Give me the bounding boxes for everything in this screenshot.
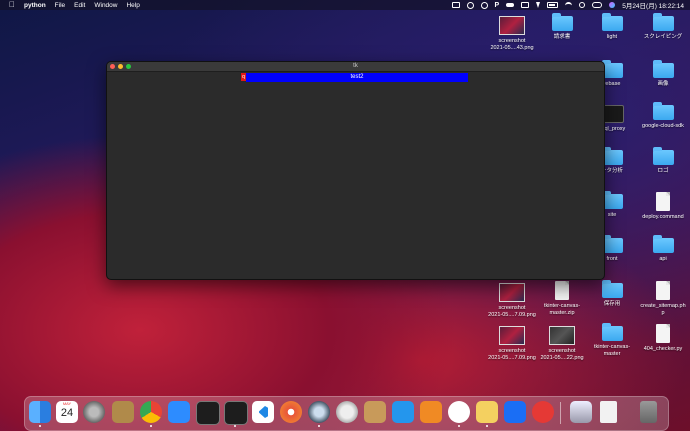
desktop-item-404-checker[interactable]: 404_checker.py xyxy=(638,324,688,353)
desktop-item-saved[interactable]: 保存用 xyxy=(587,280,637,308)
folder-icon xyxy=(652,60,674,78)
zoom-app-icon[interactable] xyxy=(168,401,190,423)
spotlight-icon[interactable] xyxy=(579,2,586,8)
menu-window[interactable]: Window xyxy=(94,2,117,9)
image-thumbnail-icon xyxy=(549,326,575,345)
desktop-item-images[interactable]: 画像 xyxy=(638,60,688,88)
folder-icon xyxy=(652,235,674,253)
screen-icon[interactable] xyxy=(521,2,530,8)
desktop-item-screenshot-1[interactable]: screenshot 2021-05....43.png xyxy=(487,16,537,51)
desktop-item-scraping[interactable]: スクレイピング xyxy=(638,13,688,41)
desktop-item-screenshot-4[interactable]: screenshot 2021-05....22.png xyxy=(537,326,587,361)
preview-image-icon[interactable] xyxy=(570,401,592,423)
desktop-item-invoice[interactable]: 請求書 xyxy=(537,13,587,41)
menu-file[interactable]: File xyxy=(55,2,65,9)
desktop-item-tkinter-folder[interactable]: tkinter-canvas- master xyxy=(587,323,637,357)
apple-menu-icon[interactable]:  xyxy=(9,0,15,10)
clock-app-icon[interactable] xyxy=(532,401,554,423)
desktop-item-create-sitemap[interactable]: create_sitemap.ph p xyxy=(638,281,688,316)
document-icon xyxy=(656,281,670,300)
safari-icon[interactable] xyxy=(280,401,302,423)
status-sync-icon[interactable] xyxy=(480,1,488,9)
desktop-item-api[interactable]: api xyxy=(638,235,688,263)
infinity-app-icon[interactable] xyxy=(504,401,526,423)
calendar-icon[interactable]: MAY 24 xyxy=(56,401,78,423)
folder-icon xyxy=(601,13,623,31)
running-indicator xyxy=(318,425,320,427)
archive-utility-icon[interactable] xyxy=(112,401,134,423)
menu-help[interactable]: Help xyxy=(126,2,139,9)
menubar-datetime[interactable]: 5月24日(月) 18:22:14 xyxy=(622,0,684,10)
running-indicator xyxy=(39,425,41,427)
calendar-day: 24 xyxy=(60,407,74,419)
window-titlebar[interactable]: tk xyxy=(107,62,604,72)
image-thumbnail-icon xyxy=(499,283,525,302)
dock-separator xyxy=(560,402,561,424)
terminal-icon[interactable] xyxy=(196,401,220,425)
status-app-icon[interactable] xyxy=(451,2,460,8)
sequel-pro-icon[interactable] xyxy=(336,401,358,423)
running-indicator xyxy=(458,425,460,427)
system-preferences-icon[interactable] xyxy=(83,401,105,423)
tk-window[interactable]: tk q test2 xyxy=(106,61,605,280)
trash-icon[interactable] xyxy=(640,401,657,423)
test2-label[interactable]: test2 xyxy=(246,73,468,82)
document-stack-icon[interactable] xyxy=(600,401,617,423)
status-clock-icon[interactable] xyxy=(466,1,474,9)
wifi-icon[interactable] xyxy=(565,1,573,9)
menu-bar:  python File Edit Window Help P 5月24日(月… xyxy=(0,0,690,10)
running-indicator xyxy=(234,425,236,427)
running-indicator xyxy=(150,425,152,427)
vscode-icon[interactable] xyxy=(252,401,274,423)
image-thumbnail-icon xyxy=(499,326,525,345)
desktop-item-deploy-command[interactable]: deploy.command xyxy=(638,192,688,221)
control-center-icon[interactable] xyxy=(592,2,603,8)
desktop-item-tkinter-zip[interactable]: tkinter-canvas- master.zip xyxy=(537,281,587,316)
ollama-icon[interactable] xyxy=(448,401,470,423)
dock: MAY 24 xyxy=(24,396,669,431)
desktop-item-google-cloud-sdk[interactable]: google-cloud-sdk xyxy=(638,102,688,130)
the-unarchiver-icon[interactable] xyxy=(364,401,386,423)
python-launcher-icon[interactable] xyxy=(476,401,498,423)
folder-icon xyxy=(601,280,623,298)
python-file-icon xyxy=(656,324,670,343)
chrome-icon[interactable] xyxy=(140,401,162,423)
battery-icon[interactable] xyxy=(547,2,559,8)
desktop-item-light[interactable]: light xyxy=(587,13,637,41)
sourcetree-icon[interactable] xyxy=(420,401,442,423)
folder-icon xyxy=(652,147,674,165)
cloud-icon[interactable] xyxy=(506,3,515,7)
siri-icon[interactable] xyxy=(609,2,616,8)
proxyman-icon[interactable] xyxy=(308,401,330,423)
document-icon xyxy=(656,192,670,211)
folder-icon xyxy=(652,102,674,120)
folder-icon xyxy=(601,323,623,341)
running-indicator xyxy=(486,425,488,427)
zip-file-icon xyxy=(555,281,569,300)
status-p-icon[interactable]: P xyxy=(495,2,500,9)
window-title: tk xyxy=(353,63,358,69)
menu-app-name[interactable]: python xyxy=(24,2,46,9)
docker-icon[interactable] xyxy=(392,401,414,423)
folder-icon xyxy=(551,13,573,31)
desktop-item-screenshot-3[interactable]: screenshot 2021-05....7.09.png xyxy=(487,326,537,361)
image-thumbnail-icon xyxy=(499,16,525,35)
desktop-item-logo[interactable]: ロゴ xyxy=(638,147,688,175)
bluetooth-icon[interactable] xyxy=(536,2,541,8)
terminal-2-icon[interactable] xyxy=(224,401,248,425)
folder-icon xyxy=(652,13,674,31)
finder-icon[interactable] xyxy=(29,401,51,423)
menu-edit[interactable]: Edit xyxy=(74,2,85,9)
desktop-item-screenshot-2[interactable]: screenshot 2021-05....7.09.png xyxy=(487,283,537,318)
